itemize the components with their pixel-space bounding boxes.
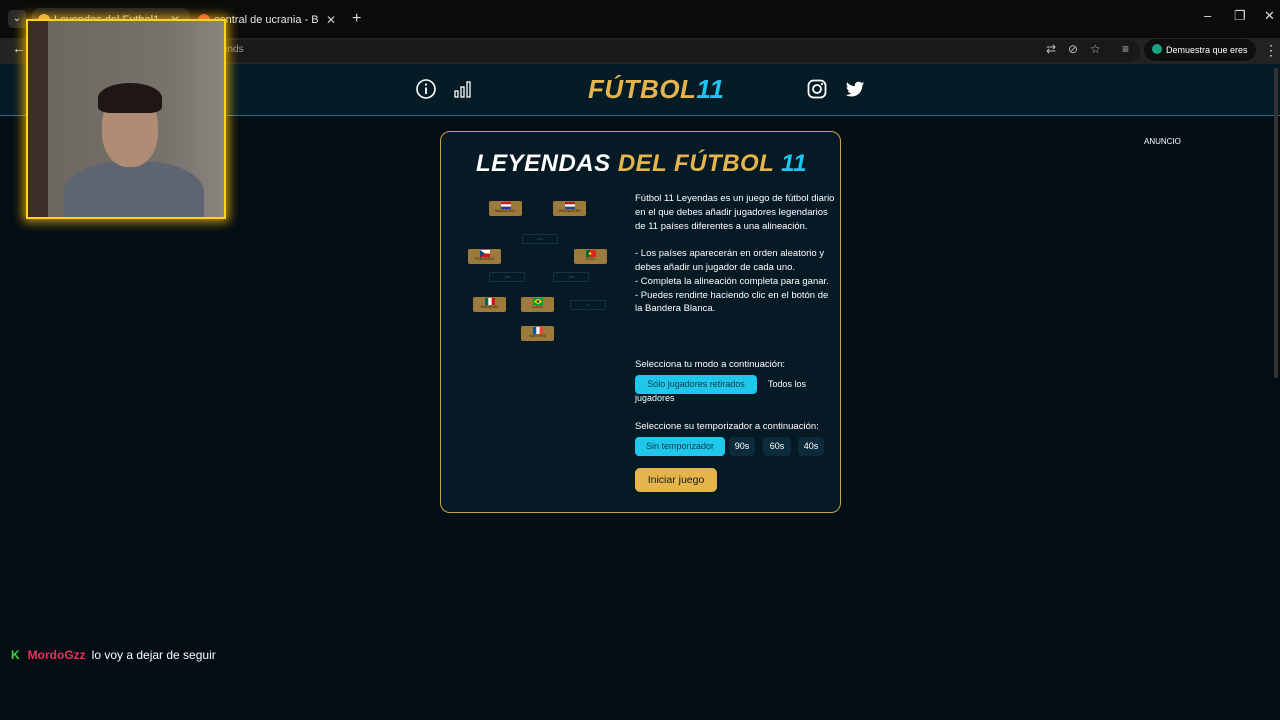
timer-60s-button[interactable]: 60s <box>763 437 791 456</box>
portugal-flag-icon <box>586 250 596 257</box>
start-game-button[interactable]: Iniciar juego <box>635 468 717 492</box>
webcam-person-hair <box>98 83 162 113</box>
bookmark-star-icon[interactable]: ☆ <box>1090 42 1101 56</box>
player-card: VAN BASTEN <box>553 201 586 216</box>
player-card: MARQUEZ <box>473 297 506 312</box>
czech-flag-icon <box>480 250 490 257</box>
netherlands-flag-icon <box>565 202 575 209</box>
mode-all-players-wrap[interactable]: jugadores <box>635 393 675 403</box>
instagram-icon[interactable] <box>806 78 828 100</box>
stats-icon[interactable] <box>452 78 474 100</box>
chat-badge-icon: K <box>11 648 20 662</box>
croatia-flag-icon <box>501 202 511 209</box>
profile-chip[interactable]: Demuestra que eres tú <box>1144 39 1256 77</box>
intro-card: LEYENDAS DEL FÚTBOL 11 MANDZUKIC VAN BAS… <box>440 131 841 513</box>
lineup-preview: MANDZUKIC VAN BASTEN CAM POBORSKY FIGO C… <box>461 192 621 352</box>
mode-retired-only-button[interactable]: Sólo jugadores retirados <box>635 375 757 394</box>
info-icon[interactable] <box>415 78 437 100</box>
timer-label: Seleccione su temporizador a continuació… <box>635 421 819 432</box>
empty-slot: CDM <box>553 272 589 282</box>
player-card: BARTHEZ <box>521 326 554 341</box>
timer-90s-button[interactable]: 90s <box>729 437 755 456</box>
brazil-flag-icon <box>533 298 543 305</box>
site-logo[interactable]: FÚTBOL11 <box>588 74 724 105</box>
chat-text: lo voy a dejar de seguir <box>91 648 216 662</box>
address-bar[interactable]: ends <box>200 40 1140 62</box>
game-description: Fútbol 11 Leyendas es un juego de fútbol… <box>635 193 835 315</box>
close-window-icon[interactable]: ✕ <box>1264 8 1275 24</box>
tab-title: central de ucrania - Buscar con <box>214 14 319 26</box>
mode-all-players-button[interactable]: Todos los <box>761 375 813 394</box>
new-tab-button[interactable]: + <box>352 10 361 28</box>
ad-label: ANUNCIO <box>1144 137 1181 146</box>
empty-slot: CAM <box>522 234 558 244</box>
player-card: MANDZUKIC <box>489 201 522 216</box>
player-card: LUCIO <box>521 297 554 312</box>
mode-label: Selecciona tu modo a continuación: <box>635 359 785 370</box>
back-icon[interactable]: ← <box>12 40 26 56</box>
mexico-flag-icon <box>485 298 495 305</box>
page-scrollbar[interactable] <box>1274 68 1278 378</box>
chat-username: MordoGzz <box>27 648 86 662</box>
player-card: POBORSKY <box>468 249 501 264</box>
browser-menu-icon[interactable]: ⋮ <box>1264 42 1278 59</box>
timer-40s-button[interactable]: 40s <box>798 437 824 456</box>
twitter-icon[interactable] <box>844 78 866 100</box>
stream-chat-message: K MordoGzz lo voy a dejar de seguir <box>11 648 216 662</box>
translate-icon[interactable]: ⇄ <box>1046 42 1056 56</box>
close-tab-icon[interactable]: ✕ <box>326 8 336 32</box>
profile-avatar-icon <box>1152 44 1162 54</box>
empty-slot: LB <box>570 300 606 310</box>
tab-search-button[interactable]: ⌄ <box>8 10 26 28</box>
restore-icon[interactable]: ❐ <box>1234 8 1246 24</box>
player-card: FIGO <box>574 249 607 264</box>
webcam-overlay <box>26 19 226 219</box>
france-flag-icon <box>533 327 543 334</box>
minimize-icon[interactable]: – <box>1204 8 1211 23</box>
empty-slot: CDM <box>489 272 525 282</box>
tracking-protection-icon[interactable]: ⊘ <box>1068 42 1078 56</box>
reading-list-icon[interactable]: ≡ <box>1122 42 1129 56</box>
webcam-person-body <box>64 161 204 217</box>
timer-none-button[interactable]: Sin temporizador <box>635 437 725 456</box>
card-title: LEYENDAS DEL FÚTBOL 11 <box>475 150 808 177</box>
